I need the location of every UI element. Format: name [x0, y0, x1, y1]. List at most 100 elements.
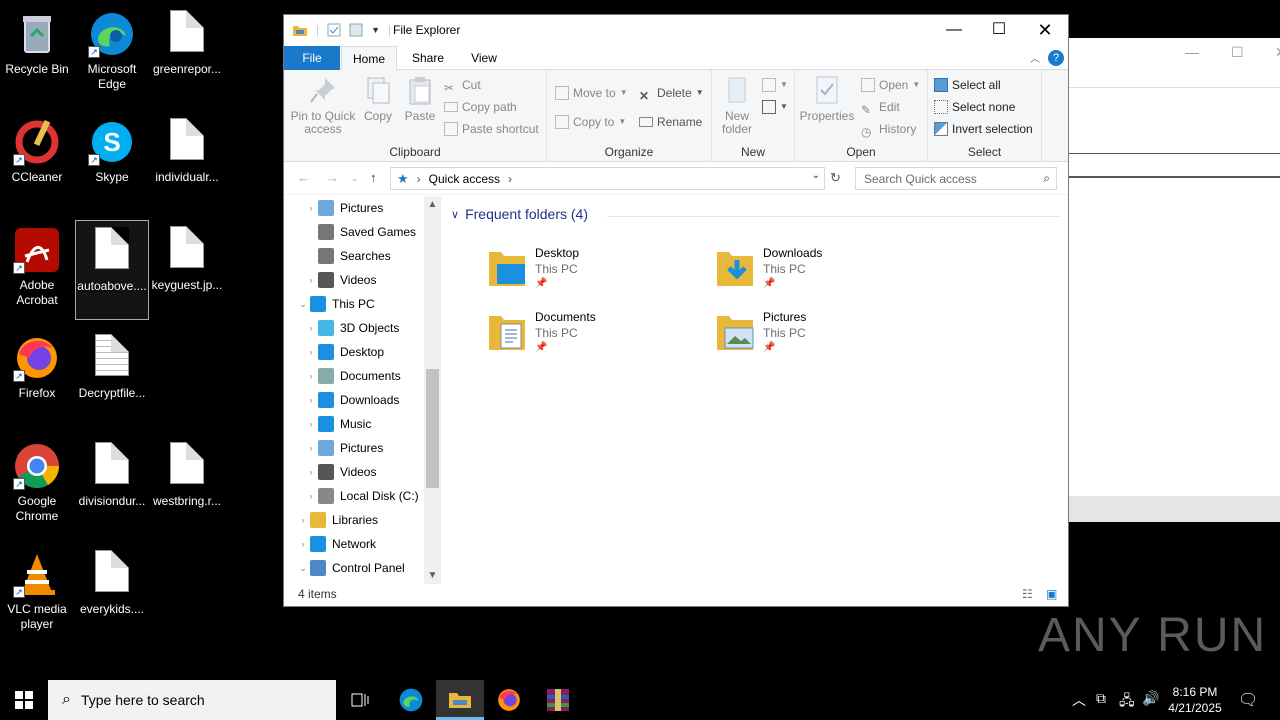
close-icon[interactable]: ✕ — [1275, 44, 1280, 61]
refresh-icon[interactable]: ↻ — [830, 170, 841, 186]
nav-item-control-panel[interactable]: ⌄ Control Panel — [284, 556, 405, 580]
nav-item-downloads[interactable]: › Downloads — [284, 388, 399, 412]
delete-button[interactable]: ✕ Delete ▼ — [639, 83, 704, 103]
background-window-titlebar[interactable]: — ☐ ✕ — [1069, 38, 1280, 88]
show-hidden-icons[interactable]: ︿ — [1072, 690, 1086, 710]
taskbar-winrar[interactable] — [534, 680, 582, 720]
easy-access-button[interactable]: ▼ — [762, 97, 788, 117]
desktop-icon-file-autoabove[interactable]: autoabove.... — [75, 220, 149, 320]
collapse-ribbon-icon[interactable]: ︿ — [1030, 50, 1040, 65]
select-all-button[interactable]: Select all — [934, 75, 1001, 95]
expand-arrow-icon[interactable]: › — [304, 484, 318, 508]
cut-button[interactable]: ✂ Cut — [444, 75, 481, 95]
notification-icon[interactable]: 🗨 — [1238, 690, 1258, 710]
folder-pictures[interactable]: Pictures This PC 📌 — [715, 310, 915, 370]
copy-path-button[interactable]: Copy path — [444, 97, 517, 117]
expand-arrow-icon[interactable]: › — [296, 508, 310, 532]
edit-button[interactable]: ✎ Edit — [861, 97, 900, 117]
folder-icon[interactable] — [292, 22, 308, 38]
expand-arrow-icon[interactable]: › — [304, 268, 318, 292]
expand-arrow-icon[interactable]: › — [304, 196, 318, 220]
details-view-icon[interactable]: ☷ — [1022, 582, 1033, 606]
taskbar-edge[interactable] — [387, 680, 435, 720]
expand-arrow-icon[interactable]: › — [304, 364, 318, 388]
properties-button[interactable]: Properties — [799, 74, 855, 123]
collapse-arrow-icon[interactable]: ⌄ — [296, 292, 310, 316]
expand-arrow-icon[interactable]: › — [304, 340, 318, 364]
collapse-arrow-icon[interactable]: ⌄ — [296, 556, 310, 580]
search-input[interactable]: Search Quick access ⌕ — [855, 167, 1057, 190]
volume-icon[interactable]: 🔊 — [1142, 690, 1159, 707]
pin-to-quick-access-button[interactable]: Pin to Quick access — [290, 74, 356, 136]
folder-desktop[interactable]: Desktop This PC 📌 — [487, 246, 687, 306]
tab-home[interactable]: Home — [341, 46, 397, 71]
taskbar-file-explorer[interactable] — [436, 680, 484, 720]
move-to-button[interactable]: Move to ▼ — [555, 83, 628, 103]
tab-share[interactable]: Share — [401, 46, 455, 70]
desktop-icon-file-everykids[interactable]: everykids.... — [75, 544, 149, 644]
nav-item-music[interactable]: › Music — [284, 412, 371, 436]
copy-to-button[interactable]: Copy to ▼ — [555, 112, 626, 132]
desktop-icon-vlc[interactable]: ↗ VLC media player — [0, 544, 74, 644]
new-item-button[interactable]: ▼ — [762, 75, 788, 95]
address-dropdown-icon[interactable]: ⌄ — [812, 170, 820, 181]
rename-button[interactable]: Rename — [639, 112, 702, 132]
minimize-button[interactable]: — — [931, 15, 977, 45]
close-button[interactable]: ✕ — [1022, 15, 1068, 45]
expand-arrow-icon[interactable]: › — [296, 532, 310, 556]
back-icon[interactable]: ← — [297, 170, 310, 185]
navigation-scrollbar[interactable]: ▲ ▼ — [424, 196, 441, 584]
desktop-icon-microsoft-edge[interactable]: ↗ Microsoft Edge — [75, 4, 149, 104]
nav-item-pictures[interactable]: › Pictures — [284, 196, 383, 220]
desktop-icon-firefox[interactable]: ↗ Firefox — [0, 328, 74, 428]
file-explorer-window[interactable]: | ▼ | File Explorer — ☐ ✕ File Home Shar… — [283, 14, 1069, 607]
address-bar[interactable]: ★ › Quick access › ⌄ — [390, 167, 825, 190]
start-button[interactable] — [0, 680, 48, 720]
expand-arrow-icon[interactable]: › — [304, 436, 318, 460]
new-folder-button[interactable]: New folder — [716, 74, 758, 136]
breadcrumb-quick-access[interactable]: Quick access — [429, 172, 500, 186]
desktop-icon-file-divisiondur[interactable]: divisiondur... — [75, 436, 149, 536]
desktop-icon-file-keyguest[interactable]: keyguest.jp... — [150, 220, 224, 320]
maximize-icon[interactable]: ☐ — [1231, 44, 1244, 61]
title-bar[interactable]: | ▼ | File Explorer — ☐ ✕ — [284, 15, 1068, 46]
expand-arrow-icon[interactable]: › — [304, 460, 318, 484]
copy-button[interactable]: Copy — [360, 74, 396, 123]
paste-shortcut-button[interactable]: Paste shortcut — [444, 119, 539, 139]
folder-documents[interactable]: Documents This PC 📌 — [487, 310, 687, 370]
device-icon[interactable]: ⧉ — [1096, 690, 1106, 707]
tab-file[interactable]: File — [284, 46, 340, 70]
nav-item-desktop[interactable]: › Desktop — [284, 340, 384, 364]
nav-item-videos[interactable]: › Videos — [284, 460, 376, 484]
minimize-icon[interactable]: — — [1185, 44, 1199, 60]
nav-item-searches[interactable]: Searches — [284, 244, 391, 268]
nav-item-this-pc[interactable]: ⌄ This PC — [284, 292, 375, 316]
desktop-icon-file-decryptfile[interactable]: Decryptfile... — [75, 328, 149, 428]
network-icon[interactable]: 🖧 — [1119, 690, 1135, 714]
scrollbar-thumb[interactable] — [426, 369, 439, 488]
nav-item-local-disk-c[interactable]: › Local Disk (C:) — [284, 484, 419, 508]
open-button[interactable]: Open ▼ — [861, 75, 920, 95]
maximize-button[interactable]: ☐ — [976, 15, 1022, 45]
nav-item-saved-games[interactable]: Saved Games — [284, 220, 416, 244]
recent-locations-icon[interactable]: ⌄ — [351, 173, 359, 184]
background-window[interactable]: — ☐ ✕ — [1068, 38, 1280, 522]
tab-view[interactable]: View — [458, 46, 510, 70]
paste-button[interactable]: Paste — [402, 74, 438, 123]
help-icon[interactable]: ? — [1048, 50, 1064, 66]
task-view-button[interactable] — [336, 680, 384, 720]
new-folder-icon[interactable] — [349, 23, 363, 37]
nav-item-network[interactable]: › Network — [284, 532, 376, 556]
taskbar-search-box[interactable]: ⌕ Type here to search — [48, 680, 336, 720]
history-button[interactable]: ◷ History — [861, 119, 916, 139]
desktop-icon-file-greenrepor[interactable]: greenrepor... — [150, 4, 224, 104]
nav-item-documents[interactable]: › Documents — [284, 364, 401, 388]
select-none-button[interactable]: Select none — [934, 97, 1015, 117]
scroll-up-icon[interactable]: ▲ — [424, 196, 441, 213]
nav-item-pictures[interactable]: › Pictures — [284, 436, 383, 460]
forward-icon[interactable]: → — [326, 170, 339, 185]
desktop-icon-recycle-bin[interactable]: Recycle Bin — [0, 4, 74, 104]
nav-item-videos[interactable]: › Videos — [284, 268, 376, 292]
large-icons-view-icon[interactable]: ▣ — [1046, 582, 1057, 606]
clock[interactable]: 8:16 PM 4/21/2025 — [1160, 684, 1230, 716]
